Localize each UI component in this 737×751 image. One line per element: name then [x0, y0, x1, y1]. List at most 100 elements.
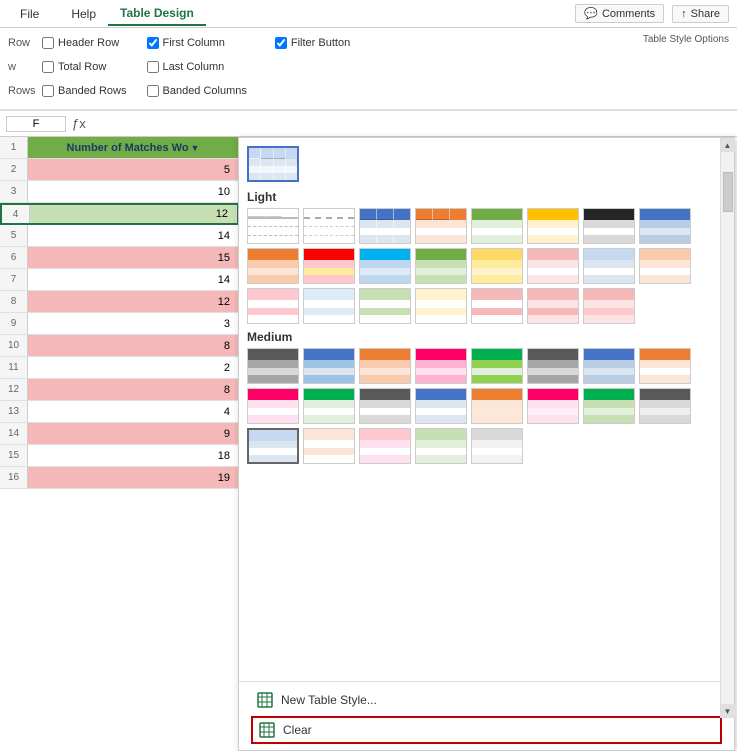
scrollbar[interactable]: ▲ ▼	[720, 138, 734, 718]
light-style-23[interactable]	[583, 288, 635, 324]
comments-button[interactable]: 💬 Comments	[575, 4, 664, 23]
cell[interactable]: 9	[28, 423, 239, 444]
light-style-8[interactable]	[639, 208, 691, 244]
light-style-4[interactable]	[415, 208, 467, 244]
styles-scroll-area[interactable]: Light	[239, 138, 734, 681]
light-style-9[interactable]	[247, 248, 299, 284]
medium-style-2[interactable]	[303, 348, 355, 384]
table-row[interactable]: 15 18	[0, 445, 239, 467]
medium-style-18[interactable]	[303, 428, 355, 464]
scroll-up-arrow[interactable]: ▲	[721, 138, 735, 152]
table-row[interactable]: 7 14	[0, 269, 239, 291]
light-style-7[interactable]	[583, 208, 635, 244]
cell[interactable]: 19	[28, 467, 239, 488]
light-style-14[interactable]	[527, 248, 579, 284]
cell[interactable]: 14	[28, 225, 239, 246]
cell[interactable]: 5	[28, 159, 239, 180]
medium-style-12[interactable]	[415, 388, 467, 424]
row-num: 12	[0, 379, 28, 400]
light-style-17[interactable]	[247, 288, 299, 324]
light-style-12[interactable]	[415, 248, 467, 284]
clear-style-button[interactable]: Clear	[251, 716, 722, 744]
light-style-22[interactable]	[527, 288, 579, 324]
tab-table-design[interactable]: Table Design	[108, 2, 206, 26]
medium-style-5[interactable]	[471, 348, 523, 384]
cell[interactable]: 4	[28, 401, 239, 422]
table-row[interactable]: 16 19	[0, 467, 239, 489]
table-row[interactable]: 14 9	[0, 423, 239, 445]
table-row[interactable]: 11 2	[0, 357, 239, 379]
light-style-15[interactable]	[583, 248, 635, 284]
cell[interactable]: 12	[28, 291, 239, 312]
light-style-19[interactable]	[359, 288, 411, 324]
table-row[interactable]: 2 5	[0, 159, 239, 181]
share-icon: ↑	[681, 8, 687, 20]
medium-style-21[interactable]	[471, 428, 523, 464]
medium-style-19[interactable]	[359, 428, 411, 464]
banded-columns-checkbox[interactable]	[147, 85, 159, 97]
current-style-thumb[interactable]	[247, 146, 299, 182]
medium-style-14[interactable]	[527, 388, 579, 424]
medium-style-7[interactable]	[583, 348, 635, 384]
medium-style-9[interactable]	[247, 388, 299, 424]
table-row[interactable]: 5 14	[0, 225, 239, 247]
filter-dropdown-icon[interactable]: ▼	[191, 143, 200, 153]
filter-button-checkbox[interactable]	[275, 37, 287, 49]
table-row[interactable]: 6 15	[0, 247, 239, 269]
first-column-checkbox[interactable]	[147, 37, 159, 49]
table-row[interactable]: 3 10	[0, 181, 239, 203]
banded-rows-checkbox[interactable]	[42, 85, 54, 97]
light-style-21[interactable]	[471, 288, 523, 324]
cell[interactable]: 14	[28, 269, 239, 290]
tab-help[interactable]: Help	[59, 3, 108, 25]
header-row-checkbox[interactable]	[42, 37, 54, 49]
light-style-2[interactable]	[303, 208, 355, 244]
medium-style-15[interactable]	[583, 388, 635, 424]
light-style-6[interactable]	[527, 208, 579, 244]
medium-style-17[interactable]	[247, 428, 299, 464]
last-column-checkbox[interactable]	[147, 61, 159, 73]
medium-style-11[interactable]	[359, 388, 411, 424]
cell[interactable]: 18	[28, 445, 239, 466]
total-row-checkbox[interactable]	[42, 61, 54, 73]
table-row[interactable]: 13 4	[0, 401, 239, 423]
table-row[interactable]: 9 3	[0, 313, 239, 335]
light-styles-grid	[247, 208, 726, 324]
light-style-20[interactable]	[415, 288, 467, 324]
light-style-1[interactable]	[247, 208, 299, 244]
light-style-11[interactable]	[359, 248, 411, 284]
light-style-3[interactable]	[359, 208, 411, 244]
light-style-5[interactable]	[471, 208, 523, 244]
light-style-18[interactable]	[303, 288, 355, 324]
medium-style-20[interactable]	[415, 428, 467, 464]
light-style-16[interactable]	[639, 248, 691, 284]
medium-style-16[interactable]	[639, 388, 691, 424]
cell[interactable]: 3	[28, 313, 239, 334]
cell[interactable]: 8	[28, 379, 239, 400]
name-box[interactable]	[6, 116, 66, 132]
cell[interactable]: 8	[28, 335, 239, 356]
cell[interactable]: 2	[28, 357, 239, 378]
cell[interactable]: 12	[30, 205, 237, 223]
new-table-style-button[interactable]: New Table Style...	[251, 688, 722, 712]
table-row[interactable]: 8 12	[0, 291, 239, 313]
light-style-13[interactable]	[471, 248, 523, 284]
medium-style-3[interactable]	[359, 348, 411, 384]
cell[interactable]: 15	[28, 247, 239, 268]
tab-file[interactable]: File	[8, 3, 51, 25]
table-row[interactable]: 4 12	[0, 203, 239, 225]
cell[interactable]: 10	[28, 181, 239, 202]
scroll-down-arrow[interactable]: ▼	[721, 704, 735, 718]
medium-style-10[interactable]	[303, 388, 355, 424]
light-style-10[interactable]	[303, 248, 355, 284]
medium-style-13[interactable]	[471, 388, 523, 424]
scroll-thumb[interactable]	[723, 172, 733, 212]
medium-style-1[interactable]	[247, 348, 299, 384]
share-button[interactable]: ↑ Share	[672, 5, 729, 23]
table-row[interactable]: 10 8	[0, 335, 239, 357]
medium-style-8[interactable]	[639, 348, 691, 384]
medium-style-6[interactable]	[527, 348, 579, 384]
medium-style-4[interactable]	[415, 348, 467, 384]
scroll-track[interactable]	[721, 152, 734, 704]
table-row[interactable]: 12 8	[0, 379, 239, 401]
